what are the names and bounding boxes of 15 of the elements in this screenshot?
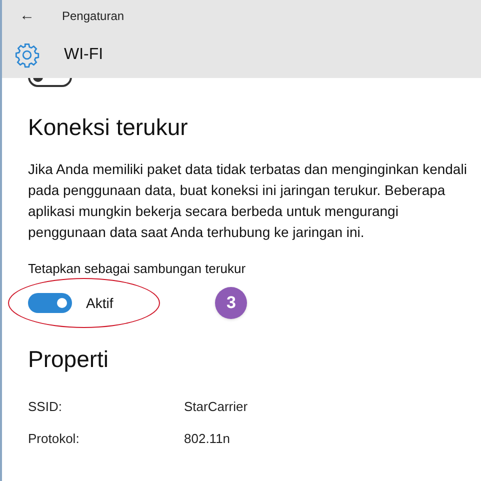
property-value: StarCarrier	[184, 398, 248, 416]
property-value: 802.11n	[184, 430, 230, 448]
description-text: Jika Anda memiliki paket data tidak terbatas dan menginginkan kendali pada penggunaan data, buat koneksi ini jaringan terukur. Beberapa aplikasi mungkin bekerja secara berbeda untuk mengurangi penggunaan data saat Anda terhubung ke jaringan ini.	[28, 160, 468, 242]
property-label: Protokol:	[28, 430, 80, 448]
page-title: WI-FI	[64, 45, 104, 65]
state-label: Aktif	[86, 294, 114, 312]
settings-icon	[14, 42, 40, 68]
back-button[interactable]: ←	[2, 4, 52, 28]
step-badge: 3	[215, 287, 248, 319]
property-label: SSID:	[28, 398, 63, 416]
window-title: Pengaturan	[62, 8, 124, 25]
section-heading: Properti	[28, 345, 110, 374]
toggle-switch[interactable]	[28, 293, 72, 313]
setting-label: Tetapkan sebagai sambungan terukur	[28, 260, 247, 278]
section-heading: Koneksi terukur	[28, 113, 189, 142]
